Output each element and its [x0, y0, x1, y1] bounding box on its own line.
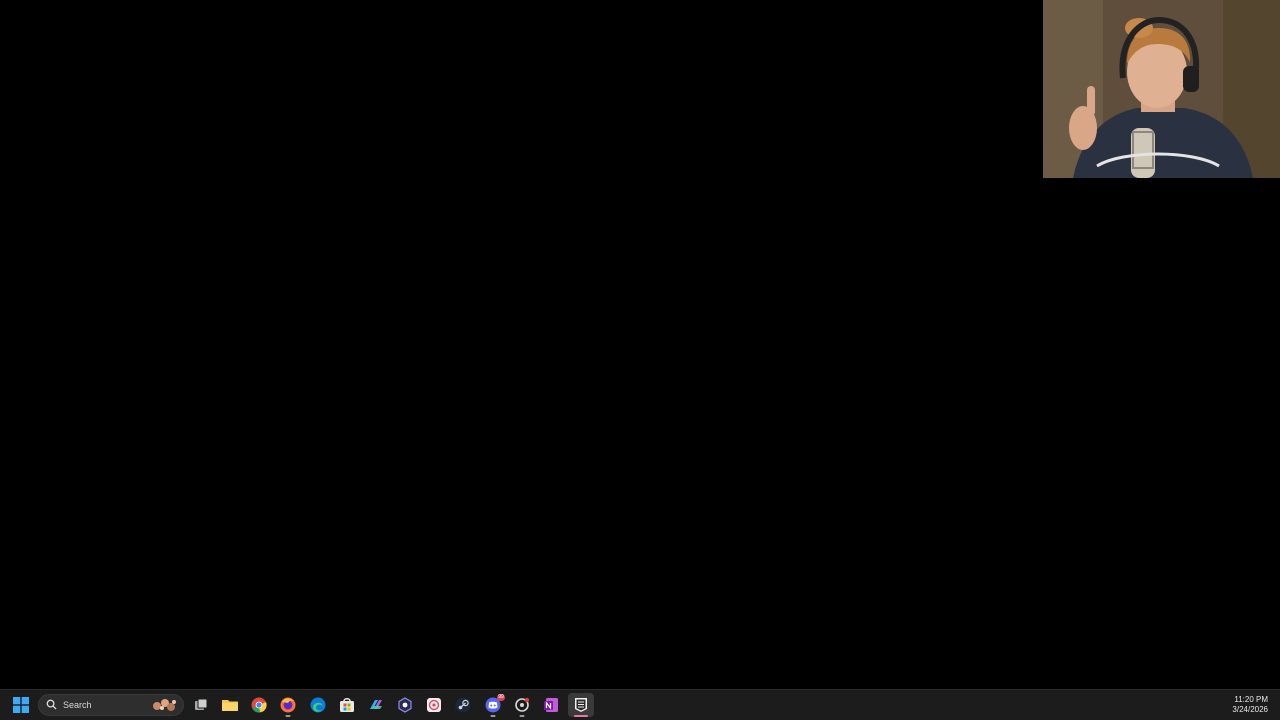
- epic-games-icon: [575, 698, 587, 712]
- chrome-button[interactable]: [246, 693, 272, 717]
- search-placeholder: Search: [63, 700, 92, 710]
- microsoft-store-button[interactable]: [334, 693, 360, 717]
- onenote-button[interactable]: [538, 693, 564, 717]
- edge-icon: [310, 697, 326, 713]
- clock-date: 3/24/2026: [1232, 705, 1268, 714]
- search-highlight-icon: [153, 699, 176, 711]
- webcam-overlay: [1043, 0, 1280, 178]
- active-indicator: [574, 715, 588, 717]
- running-indicator: [519, 715, 525, 717]
- hexagon-app-button[interactable]: [392, 693, 418, 717]
- chrome-icon: [251, 697, 267, 713]
- copilot-button[interactable]: [363, 693, 389, 717]
- onenote-icon: [544, 698, 558, 712]
- ring-app-button[interactable]: [509, 693, 535, 717]
- search-icon: [46, 699, 57, 710]
- steam-icon: [455, 697, 471, 713]
- task-view-button[interactable]: [188, 693, 214, 717]
- system-clock[interactable]: 11:20 PM 3/24/2026: [1232, 695, 1268, 715]
- ring-app-icon: [515, 697, 530, 712]
- firefox-button[interactable]: [275, 693, 301, 717]
- windows-logo-icon: [13, 697, 29, 713]
- taskbar: Search 99 11:20 PM 3/24/2026: [0, 689, 1280, 720]
- hexagon-app-icon: [398, 697, 412, 713]
- epic-games-button[interactable]: [568, 693, 594, 717]
- discord-button[interactable]: 99: [480, 693, 506, 717]
- running-indicator: [285, 715, 291, 717]
- copilot-icon: [370, 700, 382, 709]
- edge-button[interactable]: [305, 693, 331, 717]
- task-view-icon: [195, 698, 208, 710]
- notification-badge: 99: [497, 694, 505, 701]
- search-box[interactable]: Search: [38, 694, 184, 716]
- start-button[interactable]: [8, 693, 34, 717]
- folder-icon: [222, 700, 238, 711]
- file-explorer-button[interactable]: [217, 693, 243, 717]
- firefox-icon: [280, 697, 296, 713]
- steam-button[interactable]: [450, 693, 476, 717]
- clock-time: 11:20 PM: [1234, 695, 1268, 704]
- pattern-app-button[interactable]: [421, 693, 447, 717]
- running-indicator: [490, 715, 496, 717]
- store-icon: [340, 698, 354, 712]
- pattern-app-icon: [427, 698, 441, 712]
